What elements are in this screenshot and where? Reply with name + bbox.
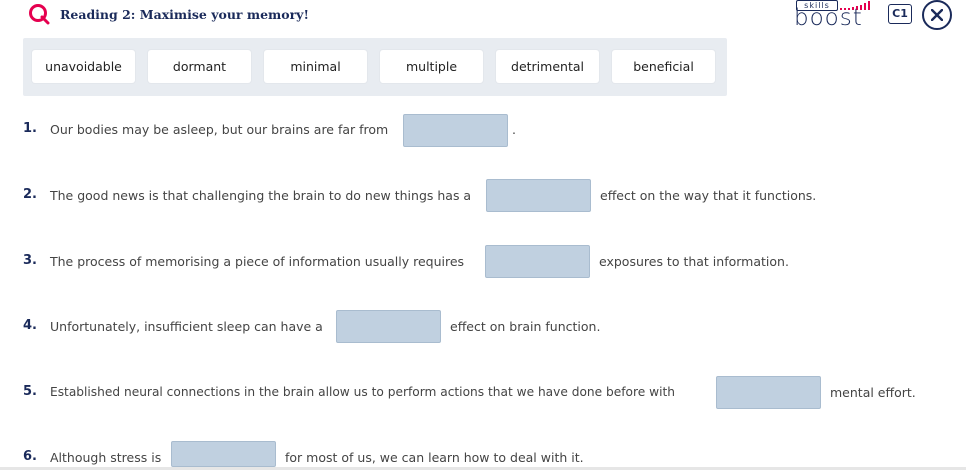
question-5-text-after: mental effort.	[830, 385, 916, 400]
question-4-answer-gap[interactable]	[336, 310, 441, 343]
question-5-text-before: Established neural connections in the br…	[50, 385, 675, 399]
word-chip-detrimental[interactable]: detrimental	[496, 50, 599, 83]
page-title: Reading 2: Maximise your memory!	[60, 7, 309, 22]
question-2-answer-gap[interactable]	[486, 179, 591, 212]
word-chip-beneficial[interactable]: beneficial	[612, 50, 715, 83]
question-3-answer-gap[interactable]	[485, 245, 590, 278]
question-6-text-after: for most of us, we can learn how to deal…	[285, 450, 584, 465]
brand-word: boost	[794, 5, 863, 31]
question-4-text-before: Unfortunately, insufficient sleep can ha…	[50, 319, 323, 334]
level-badge: C1	[888, 4, 912, 24]
close-button[interactable]	[922, 0, 952, 30]
question-1-number: 1.	[23, 121, 37, 136]
question-4-number: 4.	[23, 318, 37, 333]
word-bank: unavoidable dormant minimal multiple det…	[23, 38, 727, 96]
question-1-answer-gap[interactable]	[403, 114, 508, 147]
question-2-text-after: effect on the way that it functions.	[600, 188, 817, 203]
word-chip-minimal[interactable]: minimal	[264, 50, 367, 83]
question-5-answer-gap[interactable]	[716, 376, 821, 409]
question-6-text-before: Although stress is	[50, 450, 162, 465]
question-6-answer-gap[interactable]	[171, 441, 276, 467]
question-3-text-before: The process of memorising a piece of inf…	[50, 254, 465, 269]
header-bar: Reading 2: Maximise your memory! skills …	[0, 0, 966, 34]
question-5-number: 5.	[23, 384, 37, 399]
word-chip-unavoidable[interactable]: unavoidable	[32, 50, 135, 83]
word-chip-dormant[interactable]: dormant	[148, 50, 251, 83]
question-3-text-after: exposures to that information.	[599, 254, 789, 269]
question-3-number: 3.	[23, 253, 37, 268]
word-chip-multiple[interactable]: multiple	[380, 50, 483, 83]
brand-logo: skills boost	[794, 0, 880, 30]
question-2-text-before: The good news is that challenging the br…	[50, 188, 472, 203]
question-1-text-after: .	[512, 122, 516, 137]
question-2-number: 2.	[23, 187, 37, 202]
question-1-text-before: Our bodies may be asleep, but our brains…	[50, 122, 389, 137]
question-4-text-after: effect on brain function.	[450, 319, 601, 334]
app-logo-icon	[29, 4, 50, 25]
close-icon	[931, 9, 943, 21]
question-6-number: 6.	[23, 449, 37, 464]
